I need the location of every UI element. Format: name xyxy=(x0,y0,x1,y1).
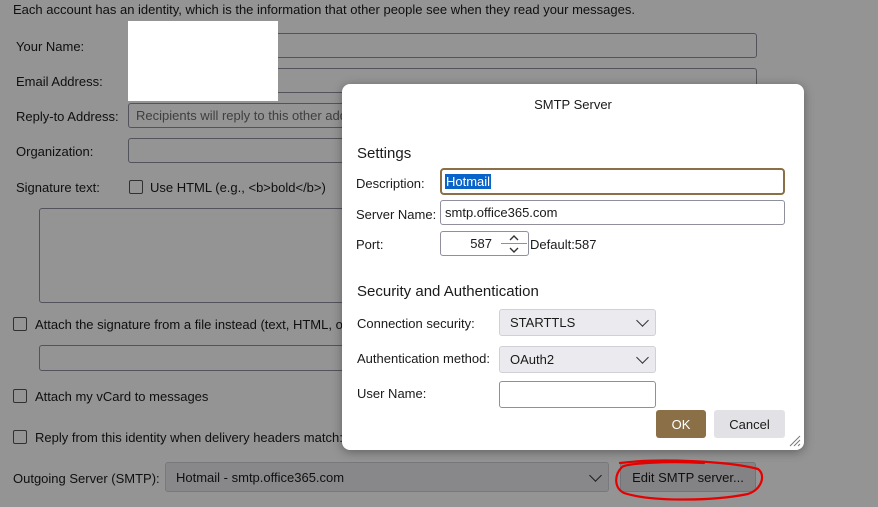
server-name-label: Server Name: xyxy=(356,207,437,222)
server-name-input[interactable]: smtp.office365.com xyxy=(440,200,785,225)
description-value: Hotmail xyxy=(445,174,492,189)
smtp-server-dialog: SMTP Server Settings Description: Hotmai… xyxy=(342,84,804,450)
ok-button[interactable]: OK xyxy=(656,410,706,438)
decrement-icon[interactable] xyxy=(501,244,527,255)
connection-security-value: STARTTLS xyxy=(510,315,576,330)
description-label: Description: xyxy=(356,176,425,191)
username-input[interactable] xyxy=(499,381,656,408)
auth-method-select[interactable]: OAuth2 xyxy=(499,346,656,373)
port-stepper[interactable] xyxy=(501,232,527,255)
default-port-text: Default:587 xyxy=(530,237,597,252)
increment-icon[interactable] xyxy=(501,232,527,244)
chevron-down-icon xyxy=(636,351,649,364)
description-input[interactable]: Hotmail xyxy=(440,168,785,195)
cancel-button[interactable]: Cancel xyxy=(714,410,785,438)
security-heading: Security and Authentication xyxy=(357,283,539,300)
redaction-mask xyxy=(128,21,278,101)
auth-method-value: OAuth2 xyxy=(510,352,555,367)
username-label: User Name: xyxy=(357,386,427,401)
connection-security-label: Connection security: xyxy=(357,316,475,331)
dialog-title: SMTP Server xyxy=(534,97,612,112)
connection-security-select[interactable]: STARTTLS xyxy=(499,309,656,336)
settings-heading: Settings xyxy=(357,145,412,162)
annotation-circle xyxy=(615,459,764,501)
resize-grip-icon[interactable] xyxy=(788,434,801,447)
port-label: Port: xyxy=(356,237,384,252)
auth-method-label: Authentication method: xyxy=(357,351,490,366)
chevron-down-icon xyxy=(636,314,649,327)
